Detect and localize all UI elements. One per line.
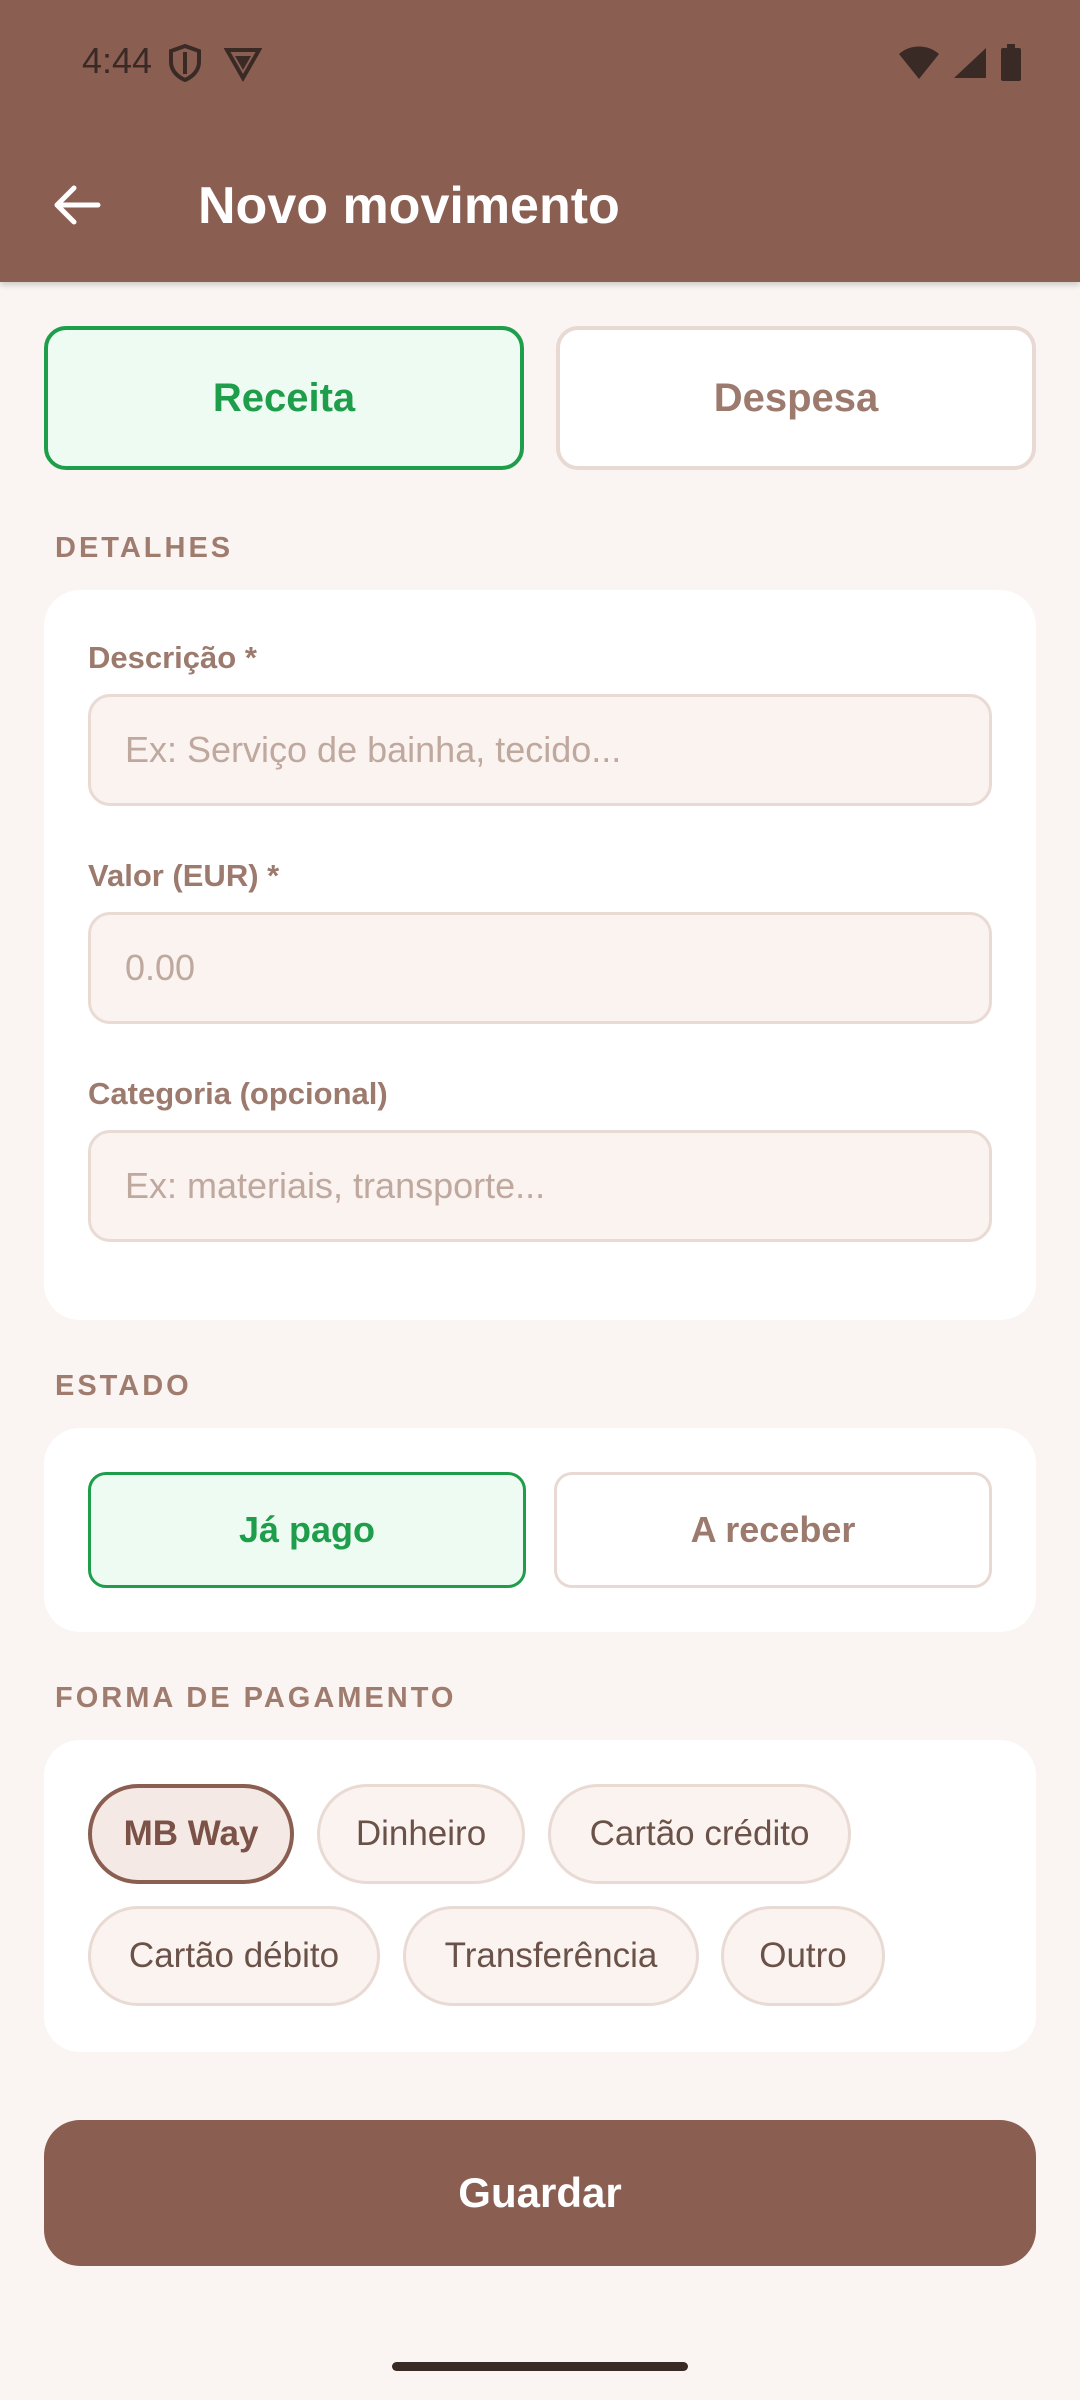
description-label: Descrição * [88,640,257,675]
category-input[interactable] [88,1130,992,1242]
payment-section-label: FORMA DE PAGAMENTO [55,1682,457,1714]
status-left-icons [168,44,262,82]
arrow-back-icon [48,185,106,238]
battery-icon [1000,44,1022,82]
state-section-label: ESTADO [55,1370,192,1402]
payment-chip-cash[interactable]: Dinheiro [317,1784,525,1884]
signal-icon [952,46,988,80]
category-label: Categoria (opcional) [88,1076,388,1111]
status-time: 4:44 [82,40,153,81]
details-section-label: DETALHES [55,532,234,564]
save-button[interactable]: Guardar [44,2120,1036,2266]
payment-chip-transfer[interactable]: Transferência [403,1906,699,2006]
home-indicator[interactable] [392,2362,688,2371]
shield-icon [168,44,202,82]
wifi-icon [898,46,940,80]
payment-chip-other[interactable]: Outro [721,1906,885,2006]
description-input[interactable] [88,694,992,806]
payment-chip-mbway[interactable]: MB Way [88,1784,294,1884]
payment-chip-debit-card[interactable]: Cartão débito [88,1906,380,2006]
amount-input[interactable] [88,912,992,1024]
app-bar: 4:44 Novo movimento [0,0,1080,282]
status-right-icons [898,44,1022,82]
page-title: Novo movimento [198,177,620,235]
back-button[interactable] [48,176,106,234]
amount-label: Valor (EUR) * [88,858,280,893]
vpn-icon [224,44,262,82]
receivable-button[interactable]: A receber [554,1472,992,1588]
income-toggle-button[interactable]: Receita [44,326,524,470]
expense-toggle-button[interactable]: Despesa [556,326,1036,470]
payment-chip-credit-card[interactable]: Cartão crédito [548,1784,851,1884]
paid-button[interactable]: Já pago [88,1472,526,1588]
